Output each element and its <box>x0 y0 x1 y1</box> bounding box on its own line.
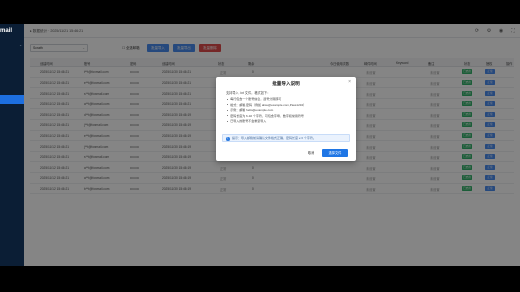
info-icon: i <box>226 137 230 141</box>
list-item: 已导入的账号不会重复导入 <box>227 119 306 125</box>
sidebar-item-1[interactable]: ⌄ <box>0 41 24 50</box>
chevron-down-icon: ⌄ <box>19 43 22 47</box>
dialog-description: 支持导入 .txt 文件，格式如下： <box>226 91 271 95</box>
sidebar-item-active[interactable] <box>0 95 24 104</box>
dialog-rules-list: 每行包含一个账号信息，逗号分隔即可 格式：邮箱,密码（例如 alice@exam… <box>227 97 306 125</box>
sidebar: mail ⌄ <box>0 24 24 266</box>
modal-backdrop[interactable]: 批量导入说明 × 支持导入 .txt 文件，格式如下： 每行包含一个账号信息，逗… <box>24 24 520 266</box>
dialog-title: 批量导入说明 <box>272 81 300 86</box>
cancel-button[interactable]: 取消 <box>306 149 316 157</box>
import-dialog: 批量导入说明 × 支持导入 .txt 文件，格式如下： 每行包含一个账号信息，逗… <box>216 77 356 161</box>
choose-file-button[interactable]: 选择文件 <box>322 149 348 157</box>
tip-text: 提示：导入邮箱前请确认文件格式正确，密码长度 ≥ 6 个字符。 <box>232 136 316 140</box>
dialog-tip: i 提示：导入邮箱前请确认文件格式正确，密码长度 ≥ 6 个字符。 <box>222 134 350 142</box>
close-icon[interactable]: × <box>348 80 351 85</box>
sidebar-item-2[interactable] <box>0 51 24 60</box>
brand-logo: mail <box>0 28 13 34</box>
